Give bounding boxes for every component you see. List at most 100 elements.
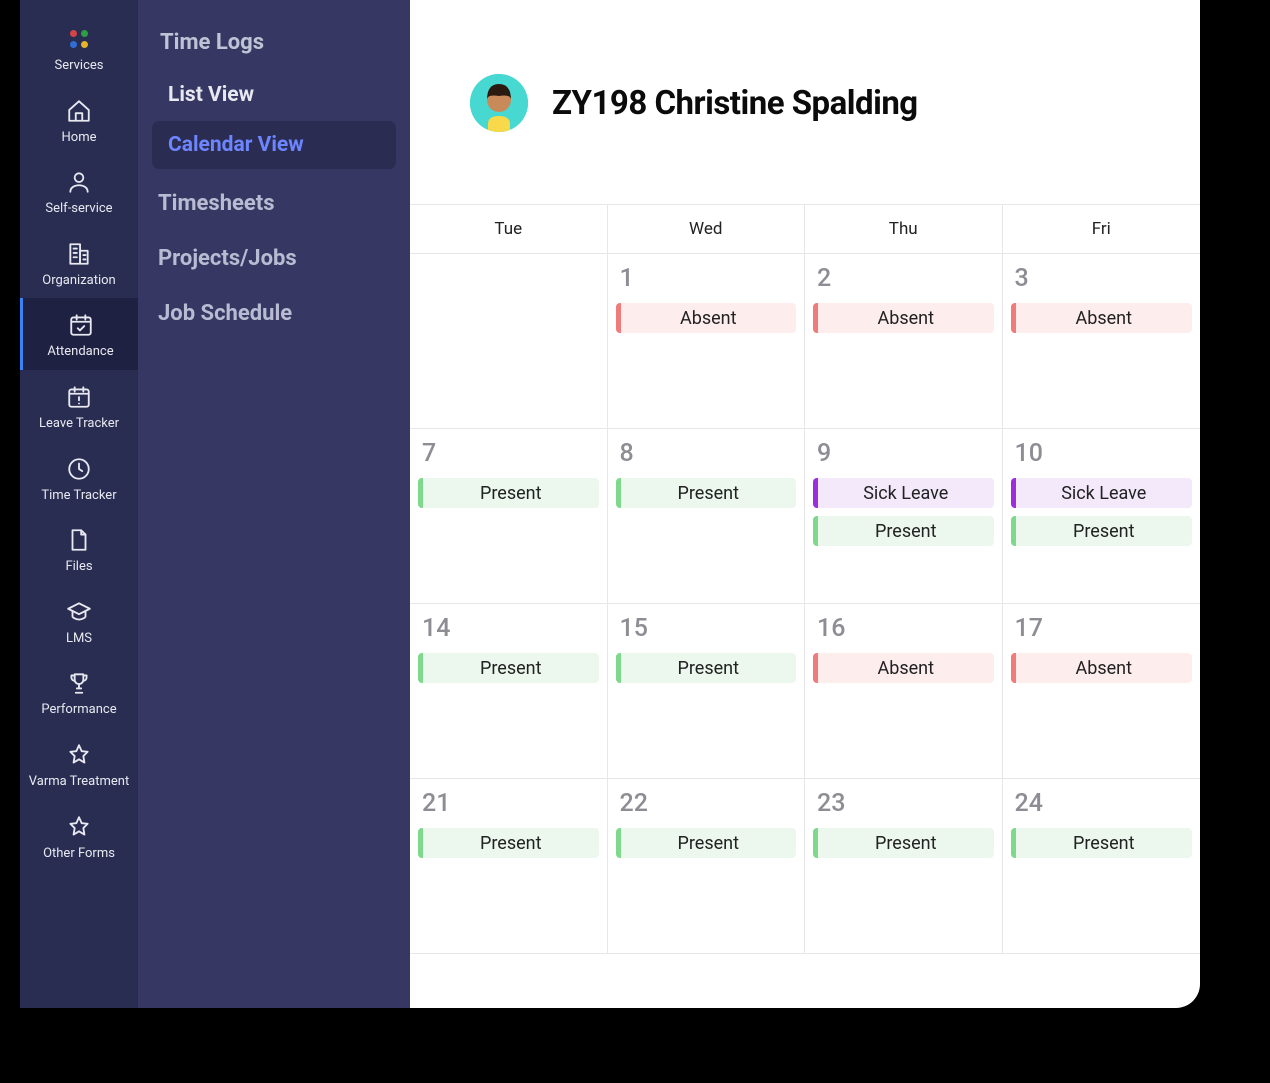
star-icon xyxy=(66,742,92,768)
day-header: Fri xyxy=(1003,205,1201,254)
status-badge-sick: Sick Leave xyxy=(1011,478,1193,508)
trophy-icon xyxy=(66,670,92,696)
nav-label: Varma Treatment xyxy=(29,774,129,790)
nav-label: Files xyxy=(65,559,92,575)
status-badge-present: Present xyxy=(1011,516,1193,546)
date-number: 8 xyxy=(616,439,797,468)
calendar-row: 21 Present 22 Present 23Present 24 Present xyxy=(410,779,1200,954)
calendar-cell[interactable]: 2 Absent xyxy=(805,254,1003,429)
calendar-cell[interactable]: 24 Present xyxy=(1003,779,1201,954)
nav-label: Leave Tracker xyxy=(39,416,119,432)
status-badge-absent: Absent xyxy=(813,303,994,333)
calendar-cell[interactable]: 1Absent xyxy=(608,254,806,429)
nav-services[interactable]: Services xyxy=(20,12,138,84)
calendar-row: 1Absent2 Absent 3 Absent xyxy=(410,254,1200,429)
services-icon xyxy=(66,26,92,52)
nav-files[interactable]: Files xyxy=(20,513,138,585)
status-badge-absent: Absent xyxy=(1011,303,1193,333)
nav-label: Performance xyxy=(41,702,116,718)
star-icon xyxy=(66,814,92,840)
status-badge-absent: Absent xyxy=(616,303,797,333)
calendar-cell[interactable]: 23Present xyxy=(805,779,1003,954)
nav-selfservice[interactable]: Self-service xyxy=(20,155,138,227)
status-badge-present: Present xyxy=(616,653,797,683)
nav-label: Self-service xyxy=(45,201,112,217)
date-number: 17 xyxy=(1011,614,1193,643)
calendar-cell[interactable]: 7 Present xyxy=(410,429,608,604)
nav-label: Time Tracker xyxy=(41,488,116,504)
calendar-cell[interactable]: 16 Absent xyxy=(805,604,1003,779)
calendar-row: 7 Present 8 Present 9 Sick Leave Present 10 Sick… xyxy=(410,429,1200,604)
calendar-cell[interactable]: 3 Absent xyxy=(1003,254,1201,429)
clock-icon xyxy=(66,456,92,482)
main-content: ZY198 Christine Spalding TueWedThuFri 1A… xyxy=(410,0,1200,1008)
status-badge-sick: Sick Leave xyxy=(813,478,994,508)
sub-item-list-view[interactable]: List View xyxy=(152,71,396,119)
file-icon xyxy=(66,527,92,553)
date-number: 10 xyxy=(1011,439,1193,468)
status-badge-present: Present xyxy=(616,828,797,858)
page-title: ZY198 Christine Spalding xyxy=(552,84,918,123)
nav-organization[interactable]: Organization xyxy=(20,227,138,299)
date-number: 2 xyxy=(813,264,994,293)
calendar-header: TueWedThuFri xyxy=(410,205,1200,254)
date-number: 22 xyxy=(616,789,797,818)
nav-time[interactable]: Time Tracker xyxy=(20,442,138,514)
nav-varma[interactable]: Varma Treatment xyxy=(20,728,138,800)
nav-otherforms[interactable]: Other Forms xyxy=(20,800,138,872)
date-number: 9 xyxy=(813,439,994,468)
nav-performance[interactable]: Performance xyxy=(20,656,138,728)
user-header: ZY198 Christine Spalding xyxy=(410,0,1200,204)
calendar-cell[interactable]: 15 Present xyxy=(608,604,806,779)
user-icon xyxy=(66,169,92,195)
status-badge-absent: Absent xyxy=(813,653,994,683)
status-badge-present: Present xyxy=(418,653,599,683)
nav-label: LMS xyxy=(66,631,92,647)
calendar-cell[interactable]: 8 Present xyxy=(608,429,806,604)
nav-label: Other Forms xyxy=(43,846,115,862)
nav-home[interactable]: Home xyxy=(20,84,138,156)
calendar-cell[interactable]: 22 Present xyxy=(608,779,806,954)
date-number: 23 xyxy=(813,789,994,818)
status-badge-present: Present xyxy=(418,478,599,508)
calendar-alert-icon xyxy=(66,384,92,410)
status-badge-present: Present xyxy=(1011,828,1193,858)
sub-item-calendar-view[interactable]: Calendar View xyxy=(152,121,396,169)
status-badge-present: Present xyxy=(418,828,599,858)
sub-sidebar-heading: Time Logs xyxy=(152,20,396,69)
status-badge-present: Present xyxy=(813,516,994,546)
calendar-cell[interactable]: 14Present xyxy=(410,604,608,779)
nav-lms[interactable]: LMS xyxy=(20,585,138,657)
main-sidebar: Services Home Self-service Organization … xyxy=(20,0,138,1008)
sub-sidebar: Time Logs List ViewCalendar View Timeshe… xyxy=(138,0,410,1008)
status-badge-present: Present xyxy=(616,478,797,508)
calendar-cell[interactable]: 10 Sick Leave Present xyxy=(1003,429,1201,604)
calendar-row: 14Present 15 Present 16 Absent 17 Absent xyxy=(410,604,1200,779)
status-badge-absent: Absent xyxy=(1011,653,1193,683)
building-icon xyxy=(66,241,92,267)
sub-section-job-schedule[interactable]: Job Schedule xyxy=(152,281,396,336)
calendar-cell[interactable]: 17 Absent xyxy=(1003,604,1201,779)
calendar-check-icon xyxy=(68,312,94,338)
date-number: 15 xyxy=(616,614,797,643)
date-number: 3 xyxy=(1011,264,1193,293)
calendar-cell[interactable]: 9 Sick Leave Present xyxy=(805,429,1003,604)
date-number: 21 xyxy=(418,789,599,818)
sub-section-projects-jobs[interactable]: Projects/Jobs xyxy=(152,226,396,281)
day-header: Wed xyxy=(608,205,806,254)
nav-leave[interactable]: Leave Tracker xyxy=(20,370,138,442)
date-number: 16 xyxy=(813,614,994,643)
home-icon xyxy=(66,98,92,124)
app-container: Services Home Self-service Organization … xyxy=(20,0,1200,1008)
calendar-cell[interactable] xyxy=(410,254,608,429)
day-header: Thu xyxy=(805,205,1003,254)
date-number: 24 xyxy=(1011,789,1193,818)
date-number: 7 xyxy=(418,439,599,468)
nav-label: Services xyxy=(55,58,104,74)
nav-label: Home xyxy=(62,130,97,146)
calendar: TueWedThuFri 1Absent2 Absent 3 Absent 7 Prese… xyxy=(410,204,1200,1008)
sub-section-timesheets[interactable]: Timesheets xyxy=(152,171,396,226)
nav-label: Attendance xyxy=(47,344,113,360)
calendar-cell[interactable]: 21 Present xyxy=(410,779,608,954)
nav-attendance[interactable]: Attendance xyxy=(20,298,138,370)
